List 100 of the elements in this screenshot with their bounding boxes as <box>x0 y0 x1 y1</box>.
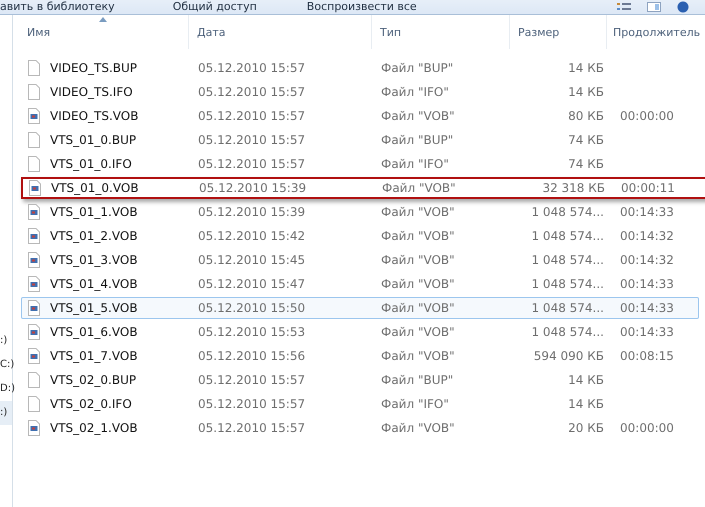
type-text: Файл "IFO" <box>381 157 449 171</box>
file-name: VIDEO_TS.IFO <box>50 85 133 99</box>
date-text: 05.12.2010 15:39 <box>199 181 306 195</box>
file-row[interactable]: VIDEO_TS.IFO 05.12.2010 15:57 Файл "IFO" 14 КБ <box>21 81 699 103</box>
file-name: VTS_01_0.VOB <box>51 181 139 195</box>
file-name: VTS_02_0.IFO <box>50 397 132 411</box>
date-text: 05.12.2010 15:57 <box>198 421 306 435</box>
size-text: 20 КБ <box>568 421 604 435</box>
file-name: VIDEO_TS.BUP <box>50 61 138 75</box>
type-text: Файл "VOB" <box>381 325 455 339</box>
size-text: 74 КБ <box>568 133 604 147</box>
file-row[interactable]: VTS_01_6.VOB 05.12.2010 15:53 Файл "VOB" 1 048 574... 00:14:33 <box>21 321 699 343</box>
file-row[interactable]: VTS_01_7.VOB 05.12.2010 15:56 Файл "VOB" 594 090 КБ 00:08:15 <box>21 345 699 367</box>
type-text: Файл "BUP" <box>381 61 454 75</box>
type-text: Файл "BUP" <box>381 133 454 147</box>
file-row[interactable]: VTS_01_5.VOB 05.12.2010 15:50 Файл "VOB" 1 048 574... 00:14:33 <box>21 297 699 319</box>
video-file-icon <box>29 180 41 196</box>
file-name: VTS_02_1.VOB <box>50 421 138 435</box>
size-text: 1 048 574... <box>531 277 604 291</box>
drive-item[interactable]: :) <box>0 401 12 425</box>
size-text: 32 318 КБ <box>542 181 605 195</box>
type-text: Файл "IFO" <box>381 397 449 411</box>
date-text: 05.12.2010 15:45 <box>198 253 306 267</box>
file-icon <box>28 132 40 148</box>
video-file-icon <box>28 252 40 268</box>
toolbar-button[interactable]: Общий доступ <box>172 1 257 13</box>
toolbar-button[interactable]: Воспроизвести все <box>306 1 417 13</box>
date-text: 05.12.2010 15:50 <box>198 301 306 315</box>
file-row[interactable]: VTS_02_0.IFO 05.12.2010 15:57 Файл "IFO" 14 КБ <box>21 393 699 415</box>
file-name: VTS_01_4.VOB <box>50 277 138 291</box>
file-row[interactable]: VTS_01_2.VOB 05.12.2010 15:42 Файл "VOB" 1 048 574... 00:14:32 <box>21 225 699 247</box>
file-row[interactable]: VTS_01_0.BUP 05.12.2010 15:57 Файл "BUP" 74 КБ <box>21 129 699 151</box>
column-header[interactable]: Имя <box>21 15 189 49</box>
date-text: 05.12.2010 15:39 <box>198 205 306 219</box>
file-icon <box>28 84 40 100</box>
toolbar-button[interactable]: авить в библиотеку <box>0 1 115 13</box>
type-text: Файл "VOB" <box>381 109 455 123</box>
duration-text: 00:14:32 <box>620 253 674 267</box>
date-text: 05.12.2010 15:57 <box>198 373 306 387</box>
video-file-icon <box>28 348 40 364</box>
size-text: 80 КБ <box>568 109 604 123</box>
size-text: 1 048 574... <box>531 205 604 219</box>
file-icon <box>28 372 40 388</box>
size-text: 74 КБ <box>568 157 604 171</box>
size-text: 594 090 КБ <box>534 349 604 363</box>
size-text: 14 КБ <box>568 61 604 75</box>
file-row[interactable]: VIDEO_TS.BUP 05.12.2010 15:57 Файл "BUP" 14 КБ <box>21 57 699 79</box>
view-options-icon[interactable] <box>617 2 631 12</box>
file-row[interactable]: VTS_02_0.BUP 05.12.2010 15:57 Файл "BUP" 14 КБ <box>21 369 699 391</box>
duration-text: 00:14:33 <box>620 205 674 219</box>
column-header[interactable]: Тип <box>372 15 510 49</box>
column-header[interactable]: Продолжитель <box>607 15 705 49</box>
size-text: 1 048 574... <box>531 229 604 243</box>
file-name: VTS_01_0.IFO <box>50 157 132 171</box>
duration-text: 00:08:15 <box>620 349 674 363</box>
type-text: Файл "BUP" <box>381 373 454 387</box>
file-icon <box>28 156 40 172</box>
size-text: 1 048 574... <box>531 325 604 339</box>
file-row[interactable]: VTS_01_3.VOB 05.12.2010 15:45 Файл "VOB" 1 048 574... 00:14:32 <box>21 249 699 271</box>
date-text: 05.12.2010 15:42 <box>198 229 306 243</box>
date-text: 05.12.2010 15:57 <box>198 157 306 171</box>
type-text: Файл "VOB" <box>381 205 455 219</box>
file-row[interactable]: VTS_01_1.VOB 05.12.2010 15:39 Файл "VOB" 1 048 574... 00:14:33 <box>21 201 699 223</box>
video-file-icon <box>28 324 40 340</box>
file-name: VTS_01_2.VOB <box>50 229 138 243</box>
duration-text: 00:14:32 <box>620 229 674 243</box>
duration-text: 00:14:33 <box>620 301 674 315</box>
type-text: Файл "VOB" <box>381 277 455 291</box>
file-row[interactable]: VTS_01_0.IFO 05.12.2010 15:57 Файл "IFO" 74 КБ <box>21 153 699 175</box>
file-row[interactable]: VTS_02_1.VOB 05.12.2010 15:57 Файл "VOB" 20 КБ 00:00:00 <box>21 417 699 439</box>
drive-item[interactable]: C:) <box>0 353 12 377</box>
date-text: 05.12.2010 15:57 <box>198 397 306 411</box>
date-text: 05.12.2010 15:57 <box>198 61 306 75</box>
file-row[interactable]: VTS_01_0.VOB 05.12.2010 15:39 Файл "VOB" 32 318 КБ 00:00:11 <box>21 177 705 199</box>
type-text: Файл "VOB" <box>381 253 455 267</box>
column-header[interactable]: Дата <box>189 15 372 49</box>
file-name: VTS_02_0.BUP <box>50 373 136 387</box>
file-name: VTS_01_0.BUP <box>50 133 136 147</box>
type-text: Файл "VOB" <box>381 229 455 243</box>
date-text: 05.12.2010 15:57 <box>198 109 306 123</box>
date-text: 05.12.2010 15:53 <box>198 325 306 339</box>
date-text: 05.12.2010 15:57 <box>198 85 306 99</box>
file-name: VIDEO_TS.VOB <box>50 109 138 123</box>
size-text: 14 КБ <box>568 85 604 99</box>
file-row[interactable]: VTS_01_4.VOB 05.12.2010 15:47 Файл "VOB" 1 048 574... 00:14:33 <box>21 273 699 295</box>
duration-text: 00:00:11 <box>621 181 675 195</box>
video-file-icon <box>28 276 40 292</box>
drive-item[interactable]: D:) <box>0 377 12 401</box>
size-text: 14 КБ <box>568 373 604 387</box>
file-name: VTS_01_5.VOB <box>50 301 138 315</box>
column-header[interactable]: Размер <box>510 15 607 49</box>
file-icon <box>28 60 40 76</box>
preview-pane-icon[interactable] <box>647 2 661 12</box>
type-text: Файл "IFO" <box>381 85 449 99</box>
file-icon <box>28 396 40 412</box>
drive-item[interactable]: :) <box>0 329 12 353</box>
file-row[interactable]: VIDEO_TS.VOB 05.12.2010 15:57 Файл "VOB" 80 КБ 00:00:00 <box>21 105 699 127</box>
video-file-icon <box>28 204 40 220</box>
duration-text: 00:14:33 <box>620 325 674 339</box>
file-name: VTS_01_7.VOB <box>50 349 138 363</box>
